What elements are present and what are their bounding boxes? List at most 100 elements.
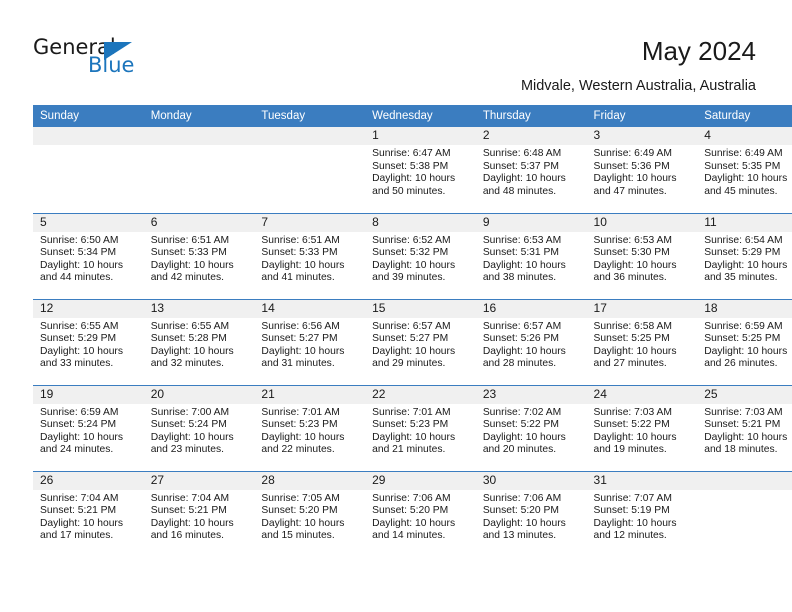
day-cell[interactable]: 28 Sunrise: 7:05 AM Sunset: 5:20 PM Dayl… (254, 470, 366, 557)
day-cell[interactable]: 29 Sunrise: 7:06 AM Sunset: 5:20 PM Dayl… (365, 470, 476, 557)
daylight-text-line1: Daylight: 10 hours (704, 345, 788, 357)
daylight-text-line2: and 14 minutes. (372, 530, 446, 542)
daylight-text-line1: Daylight: 10 hours (593, 517, 677, 529)
weekday-header-monday: Monday (143, 105, 255, 127)
sunset-text: Sunset: 5:29 PM (704, 247, 781, 259)
day-info: Sunrise: 6:56 AM Sunset: 5:27 PM Dayligh… (254, 318, 365, 371)
day-cell[interactable]: 11 Sunrise: 6:54 AM Sunset: 5:29 PM Dayl… (697, 212, 792, 299)
day-cell[interactable]: 23 Sunrise: 7:02 AM Sunset: 5:22 PM Dayl… (475, 384, 587, 471)
day-cell[interactable]: 30 Sunrise: 7:06 AM Sunset: 5:20 PM Dayl… (475, 470, 587, 557)
daylight-text-line1: Daylight: 10 hours (261, 345, 345, 357)
day-info: Sunrise: 7:03 AM Sunset: 5:21 PM Dayligh… (697, 404, 792, 457)
day-info: Sunrise: 6:55 AM Sunset: 5:29 PM Dayligh… (33, 318, 144, 371)
weekday-header-saturday: Saturday (697, 105, 792, 127)
day-number: 6 (143, 213, 255, 232)
day-cell[interactable]: 2 Sunrise: 6:48 AM Sunset: 5:37 PM Dayli… (475, 127, 587, 213)
weekday-header-thursday: Thursday (475, 105, 587, 127)
sunrise-text: Sunrise: 6:50 AM (40, 234, 119, 246)
calendar-week-row: 12 Sunrise: 6:55 AM Sunset: 5:29 PM Dayl… (33, 298, 792, 385)
day-cell[interactable] (33, 127, 144, 213)
day-number: 9 (475, 213, 587, 232)
day-info (254, 145, 365, 148)
day-cell[interactable]: 20 Sunrise: 7:00 AM Sunset: 5:24 PM Dayl… (143, 384, 255, 471)
day-cell[interactable] (254, 127, 366, 213)
daylight-text-line2: and 26 minutes. (704, 358, 778, 370)
daylight-text-line1: Daylight: 10 hours (593, 259, 677, 271)
day-cell[interactable]: 7 Sunrise: 6:51 AM Sunset: 5:33 PM Dayli… (254, 212, 366, 299)
day-number: 17 (586, 299, 698, 318)
day-cell[interactable]: 5 Sunrise: 6:50 AM Sunset: 5:34 PM Dayli… (33, 212, 144, 299)
brand-logo[interactable]: General Blue (33, 36, 233, 86)
day-cell[interactable]: 1 Sunrise: 6:47 AM Sunset: 5:38 PM Dayli… (365, 127, 476, 213)
day-info: Sunrise: 7:06 AM Sunset: 5:20 PM Dayligh… (476, 490, 587, 543)
daylight-text-line2: and 36 minutes. (593, 272, 667, 284)
day-number: 29 (365, 471, 476, 490)
day-cell[interactable] (143, 127, 255, 213)
brand-name-blue: Blue (88, 53, 135, 77)
daylight-text-line1: Daylight: 10 hours (261, 431, 345, 443)
sunset-text: Sunset: 5:37 PM (482, 160, 559, 172)
day-number: 1 (365, 127, 476, 145)
calendar-week-row: 19 Sunrise: 6:59 AM Sunset: 5:24 PM Dayl… (33, 384, 792, 471)
sunset-text: Sunset: 5:27 PM (261, 333, 338, 345)
day-number: 20 (143, 385, 255, 404)
sunrise-text: Sunrise: 6:53 AM (593, 234, 672, 246)
day-number: 15 (365, 299, 476, 318)
day-cell[interactable]: 6 Sunrise: 6:51 AM Sunset: 5:33 PM Dayli… (143, 212, 255, 299)
daylight-text-line1: Daylight: 10 hours (482, 259, 566, 271)
day-cell[interactable]: 8 Sunrise: 6:52 AM Sunset: 5:32 PM Dayli… (365, 212, 476, 299)
day-info: Sunrise: 6:57 AM Sunset: 5:27 PM Dayligh… (365, 318, 476, 371)
day-cell[interactable]: 4 Sunrise: 6:49 AM Sunset: 5:35 PM Dayli… (697, 127, 792, 213)
daylight-text-line2: and 19 minutes. (593, 444, 667, 456)
daylight-text-line2: and 44 minutes. (40, 272, 114, 284)
day-info: Sunrise: 6:51 AM Sunset: 5:33 PM Dayligh… (144, 232, 255, 285)
sunrise-text: Sunrise: 6:57 AM (482, 320, 562, 332)
daylight-text-line1: Daylight: 10 hours (40, 431, 123, 443)
day-cell[interactable]: 9 Sunrise: 6:53 AM Sunset: 5:31 PM Dayli… (475, 212, 587, 299)
sunset-text: Sunset: 5:20 PM (261, 505, 338, 517)
daylight-text-line2: and 18 minutes. (704, 444, 778, 456)
sunset-text: Sunset: 5:29 PM (40, 333, 117, 345)
day-cell[interactable]: 27 Sunrise: 7:04 AM Sunset: 5:21 PM Dayl… (143, 470, 255, 557)
day-info: Sunrise: 6:53 AM Sunset: 5:31 PM Dayligh… (476, 232, 587, 285)
sunset-text: Sunset: 5:21 PM (40, 505, 117, 517)
day-cell[interactable]: 16 Sunrise: 6:57 AM Sunset: 5:26 PM Dayl… (475, 298, 587, 385)
day-info: Sunrise: 6:47 AM Sunset: 5:38 PM Dayligh… (365, 145, 476, 198)
day-info: Sunrise: 7:01 AM Sunset: 5:23 PM Dayligh… (365, 404, 476, 457)
day-cell[interactable]: 19 Sunrise: 6:59 AM Sunset: 5:24 PM Dayl… (33, 384, 144, 471)
daylight-text-line2: and 38 minutes. (482, 272, 557, 284)
sunset-text: Sunset: 5:31 PM (482, 247, 559, 259)
sunset-text: Sunset: 5:20 PM (482, 505, 559, 517)
daylight-text-line2: and 48 minutes. (482, 185, 557, 197)
daylight-text-line2: and 12 minutes. (593, 530, 667, 542)
calendar-header-row: Sunday Monday Tuesday Wednesday Thursday… (33, 105, 792, 127)
sunrise-text: Sunrise: 6:47 AM (372, 148, 451, 159)
day-info: Sunrise: 6:59 AM Sunset: 5:25 PM Dayligh… (697, 318, 792, 371)
day-cell[interactable]: 15 Sunrise: 6:57 AM Sunset: 5:27 PM Dayl… (365, 298, 476, 385)
day-cell[interactable]: 17 Sunrise: 6:58 AM Sunset: 5:25 PM Dayl… (586, 298, 698, 385)
daylight-text-line2: and 35 minutes. (704, 272, 778, 284)
day-info: Sunrise: 7:04 AM Sunset: 5:21 PM Dayligh… (33, 490, 144, 543)
day-cell[interactable]: 24 Sunrise: 7:03 AM Sunset: 5:22 PM Dayl… (586, 384, 698, 471)
day-cell[interactable]: 12 Sunrise: 6:55 AM Sunset: 5:29 PM Dayl… (33, 298, 144, 385)
day-cell[interactable]: 31 Sunrise: 7:07 AM Sunset: 5:19 PM Dayl… (586, 470, 698, 557)
day-number: 21 (254, 385, 366, 404)
day-cell[interactable]: 18 Sunrise: 6:59 AM Sunset: 5:25 PM Dayl… (697, 298, 792, 385)
daylight-text-line2: and 23 minutes. (150, 444, 224, 456)
day-cell[interactable]: 10 Sunrise: 6:53 AM Sunset: 5:30 PM Dayl… (586, 212, 698, 299)
day-cell[interactable]: 14 Sunrise: 6:56 AM Sunset: 5:27 PM Dayl… (254, 298, 366, 385)
day-cell[interactable]: 21 Sunrise: 7:01 AM Sunset: 5:23 PM Dayl… (254, 384, 366, 471)
day-info: Sunrise: 6:53 AM Sunset: 5:30 PM Dayligh… (587, 232, 698, 285)
day-number: 12 (33, 299, 144, 318)
page-header: General Blue May 2024 Midvale, Western A… (0, 0, 792, 104)
day-cell[interactable] (697, 470, 792, 557)
day-cell[interactable]: 13 Sunrise: 6:55 AM Sunset: 5:28 PM Dayl… (143, 298, 255, 385)
day-cell[interactable]: 22 Sunrise: 7:01 AM Sunset: 5:23 PM Dayl… (365, 384, 476, 471)
daylight-text-line1: Daylight: 10 hours (372, 431, 456, 443)
sunrise-text: Sunrise: 6:58 AM (593, 320, 672, 332)
day-cell[interactable]: 26 Sunrise: 7:04 AM Sunset: 5:21 PM Dayl… (33, 470, 144, 557)
day-cell[interactable]: 25 Sunrise: 7:03 AM Sunset: 5:21 PM Dayl… (697, 384, 792, 471)
daylight-text-line2: and 20 minutes. (482, 444, 557, 456)
daylight-text-line2: and 31 minutes. (261, 358, 335, 370)
day-cell[interactable]: 3 Sunrise: 6:49 AM Sunset: 5:36 PM Dayli… (586, 127, 698, 213)
